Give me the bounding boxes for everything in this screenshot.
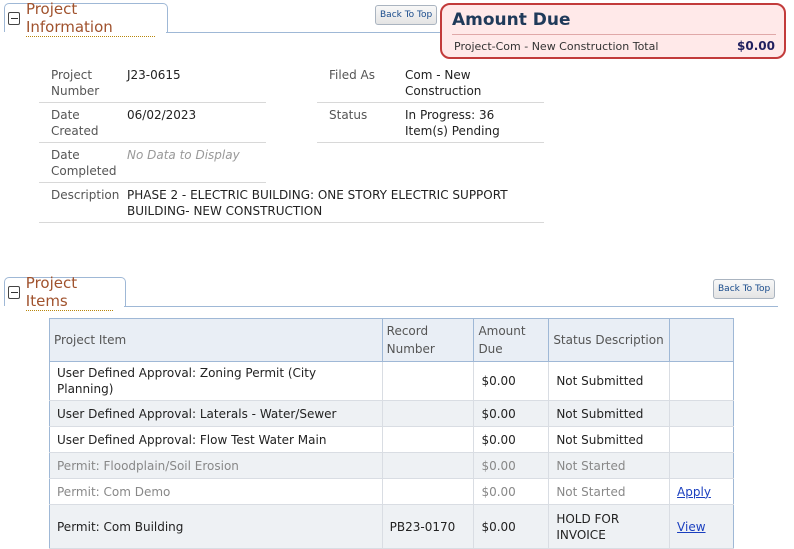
action-cell: View [669, 504, 734, 549]
amount-due-label: Project-Com - New Construction Total [454, 40, 659, 53]
description-value: PHASE 2 - ELECTRIC BUILDING: ONE STORY E… [127, 188, 508, 218]
table-row: Permit: Com Demo $0.00 Not Started Apply [49, 478, 734, 505]
project-number-value: J23-0615 [127, 68, 181, 82]
project-item-cell: Permit: Com Building [49, 504, 383, 549]
date-completed-label: Date Completed [51, 148, 117, 178]
record-number-cell: PB23-0170 [382, 504, 475, 549]
amount-due-cell: $0.00 [473, 361, 550, 401]
action-cell [669, 452, 734, 479]
amount-due-cell: $0.00 [473, 400, 550, 427]
status-label: Status [329, 108, 368, 122]
filed-as-label: Filed As [329, 68, 375, 82]
date-created-label: Date Created [51, 108, 99, 138]
amount-due-divider [452, 34, 776, 35]
amount-due-cell: $0.00 [473, 504, 550, 549]
project-number-label: Project Number [51, 68, 100, 98]
status-row: Status In Progress: 36 Item(s) Pending [317, 106, 544, 143]
view-link[interactable]: View [677, 520, 705, 534]
project-info-tab: Project Information [4, 0, 168, 37]
record-number-cell [382, 426, 475, 453]
date-completed-value: No Data to Display [127, 148, 240, 162]
table-row: Permit: Com Building PB23-0170 $0.00 HOL… [49, 504, 734, 549]
project-item-cell: User Defined Approval: Flow Test Water M… [49, 426, 383, 453]
project-item-cell: Permit: Com Demo [49, 478, 383, 505]
column-header-action [669, 318, 734, 362]
status-cell: Not Submitted [548, 426, 671, 453]
collapse-icon[interactable] [8, 285, 20, 299]
record-number-cell [382, 478, 475, 505]
status-cell: HOLD FOR INVOICE [548, 504, 671, 549]
back-to-top-button[interactable]: Back To Top [713, 279, 776, 299]
description-row: Description PHASE 2 - ELECTRIC BUILDING:… [39, 186, 544, 223]
column-header-amount-due[interactable]: Amount Due [473, 318, 550, 362]
filed-as-row: Filed As Com - New Construction [317, 66, 544, 103]
amount-due-title: Amount Due [452, 10, 571, 30]
apply-link[interactable]: Apply [677, 485, 711, 499]
section-divider [124, 306, 778, 307]
table-row: User Defined Approval: Laterals - Water/… [49, 400, 734, 427]
table-row: User Defined Approval: Zoning Permit (Ci… [49, 361, 734, 401]
status-cell: Not Submitted [548, 361, 671, 401]
amount-due-value: $0.00 [737, 39, 775, 53]
table-header-row: Project Item Record Number Amount Due St… [49, 318, 734, 362]
project-items-table: Project Item Record Number Amount Due St… [49, 318, 734, 549]
back-to-top-button[interactable]: Back To Top [375, 5, 438, 25]
action-cell [669, 400, 734, 427]
amount-due-cell: $0.00 [473, 478, 550, 505]
column-header-project-item[interactable]: Project Item [49, 318, 383, 362]
action-cell [669, 426, 734, 453]
column-header-record-number[interactable]: Record Number [381, 318, 475, 362]
column-header-status[interactable]: Status Description [548, 318, 671, 362]
amount-due-cell: $0.00 [473, 452, 550, 479]
amount-due-cell: $0.00 [473, 426, 550, 453]
record-number-cell [382, 400, 475, 427]
project-item-cell: User Defined Approval: Zoning Permit (Ci… [49, 361, 383, 401]
project-item-cell: Permit: Floodplain/Soil Erosion [49, 452, 383, 479]
project-number-row: Project Number J23-0615 [39, 66, 266, 103]
amount-due-panel: Amount Due Project-Com - New Constructio… [440, 3, 786, 59]
date-created-value: 06/02/2023 [127, 108, 197, 122]
description-label: Description [51, 188, 120, 202]
action-cell [669, 361, 734, 401]
action-cell: Apply [669, 478, 734, 505]
date-completed-row: Date Completed No Data to Display [39, 146, 266, 183]
project-items-header: Project Items [4, 274, 778, 311]
date-created-row: Date Created 06/02/2023 [39, 106, 266, 143]
record-number-cell [382, 361, 475, 401]
collapse-icon[interactable] [8, 11, 20, 25]
project-info-title: Project Information [25, 0, 155, 37]
status-cell: Not Submitted [548, 400, 671, 427]
record-number-cell [382, 452, 475, 479]
filed-as-value: Com - New Construction [405, 68, 482, 98]
project-item-cell: User Defined Approval: Laterals - Water/… [49, 400, 383, 427]
status-cell: Not Started [548, 452, 671, 479]
status-cell: Not Started [548, 478, 671, 505]
project-items-title: Project Items [25, 274, 113, 311]
table-row: Permit: Floodplain/Soil Erosion $0.00 No… [49, 452, 734, 479]
table-row: User Defined Approval: Flow Test Water M… [49, 426, 734, 453]
project-items-tab: Project Items [4, 274, 126, 311]
status-value: In Progress: 36 Item(s) Pending [405, 108, 500, 138]
